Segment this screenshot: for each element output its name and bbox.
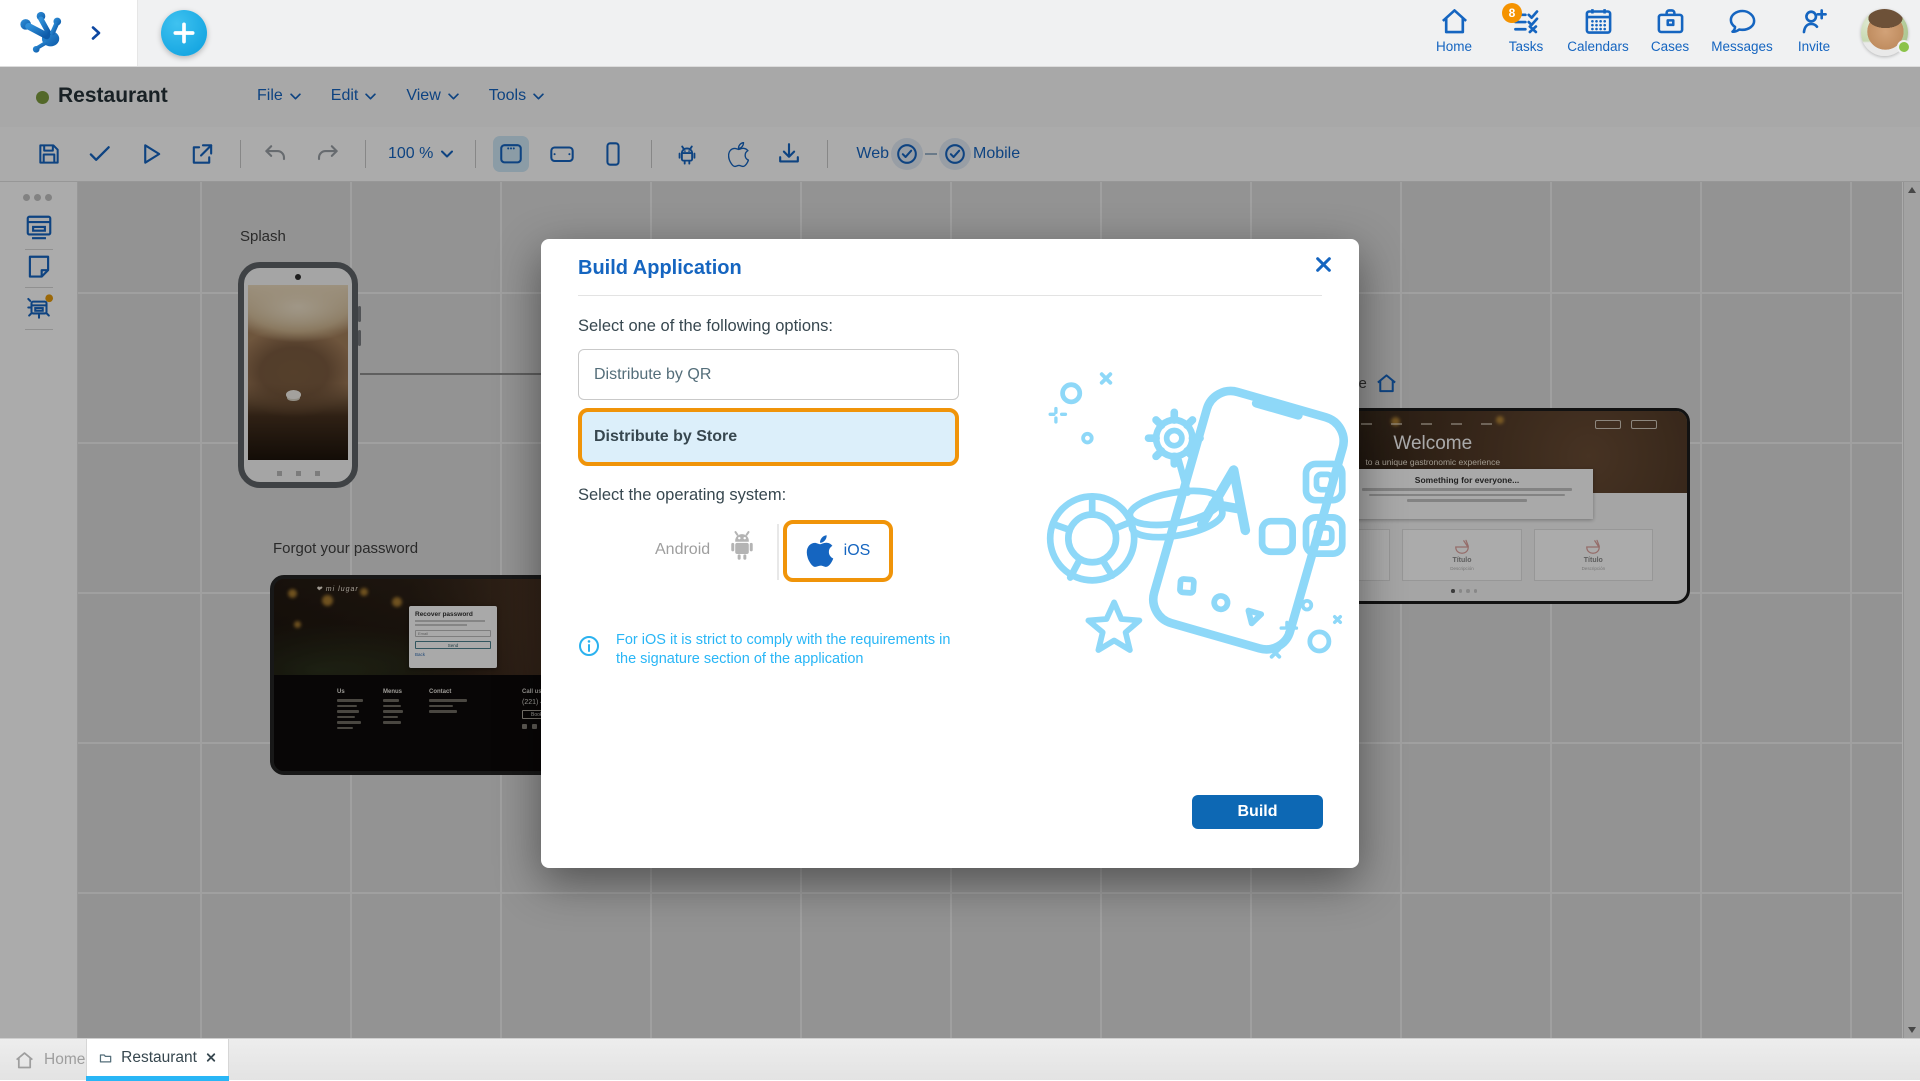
tab-restaurant-label: Restaurant: [121, 1048, 197, 1066]
top-nav: Home 8 Tasks Calendars Cases Messages In…: [1418, 3, 1850, 54]
nav-label: Home: [1435, 39, 1472, 54]
build-app-illustration: [1046, 372, 1348, 659]
nav-label: Calendars: [1567, 39, 1629, 54]
apple-icon: [806, 535, 833, 567]
nav-item-invite[interactable]: Invite: [1778, 3, 1850, 54]
top-bar: Home 8 Tasks Calendars Cases Messages In…: [0, 0, 1920, 67]
user-avatar[interactable]: [1861, 9, 1911, 56]
app-logo-icon[interactable]: [16, 10, 66, 56]
bottom-tab-bar: Home Restaurant: [0, 1038, 1920, 1081]
os-separator: [777, 524, 779, 580]
os-label: Select the operating system:: [578, 486, 787, 504]
briefcase-icon: [1657, 9, 1683, 34]
nav-item-cases[interactable]: Cases: [1634, 3, 1706, 54]
options-label: Select one of the following options:: [578, 317, 834, 335]
modal-close-button[interactable]: [1311, 252, 1335, 276]
close-icon: [1315, 256, 1331, 272]
ios-requirements-note: For iOS it is strict to comply with the …: [616, 632, 951, 667]
tab-restaurant-active[interactable]: Restaurant: [86, 1039, 229, 1076]
os-option-android[interactable]: [723, 525, 761, 563]
nav-label: Tasks: [1508, 39, 1544, 54]
option-distribute-by-store[interactable]: Distribute by Store: [578, 408, 959, 466]
nav-label: Messages: [1711, 39, 1773, 54]
android-robot-icon: [731, 531, 753, 560]
os-option-ios[interactable]: iOS: [783, 520, 893, 582]
calendar-icon: [1585, 9, 1611, 34]
active-tab-underline: [86, 1076, 229, 1081]
online-status-dot: [1897, 40, 1911, 54]
nav-label: Cases: [1650, 39, 1690, 54]
info-icon: [578, 635, 600, 657]
tab-home[interactable]: Home: [14, 1039, 85, 1081]
nav-item-messages[interactable]: Messages: [1706, 3, 1778, 54]
nav-label: Invite: [1797, 39, 1831, 54]
option-distribute-by-qr[interactable]: Distribute by QR: [578, 349, 959, 400]
modal-title: Build Application: [578, 257, 742, 279]
home-icon: [16, 1051, 33, 1068]
tasks-badge: 8: [1502, 3, 1522, 23]
os-option-android-label[interactable]: Android: [655, 541, 710, 559]
nav-item-tasks[interactable]: 8 Tasks: [1490, 3, 1562, 54]
tab-close-icon[interactable]: [206, 1051, 216, 1064]
modal-divider: [578, 295, 1322, 296]
logo-panel: [0, 0, 138, 66]
plus-icon: [173, 22, 195, 44]
expand-panel-chevron-icon[interactable]: [90, 25, 102, 41]
home-icon: [1441, 9, 1467, 34]
invite-person-icon: [1802, 9, 1827, 34]
tab-home-label: Home: [44, 1051, 86, 1068]
build-button[interactable]: Build: [1192, 795, 1323, 829]
nav-item-calendars[interactable]: Calendars: [1562, 3, 1634, 54]
page-tab-icon: [99, 1054, 112, 1063]
build-application-modal: Build Application Select one of the foll…: [541, 239, 1359, 868]
message-bubble-icon: [1729, 9, 1755, 33]
os-option-ios-label: iOS: [843, 542, 871, 559]
add-new-button[interactable]: [161, 10, 207, 56]
nav-item-home[interactable]: Home: [1418, 3, 1490, 54]
